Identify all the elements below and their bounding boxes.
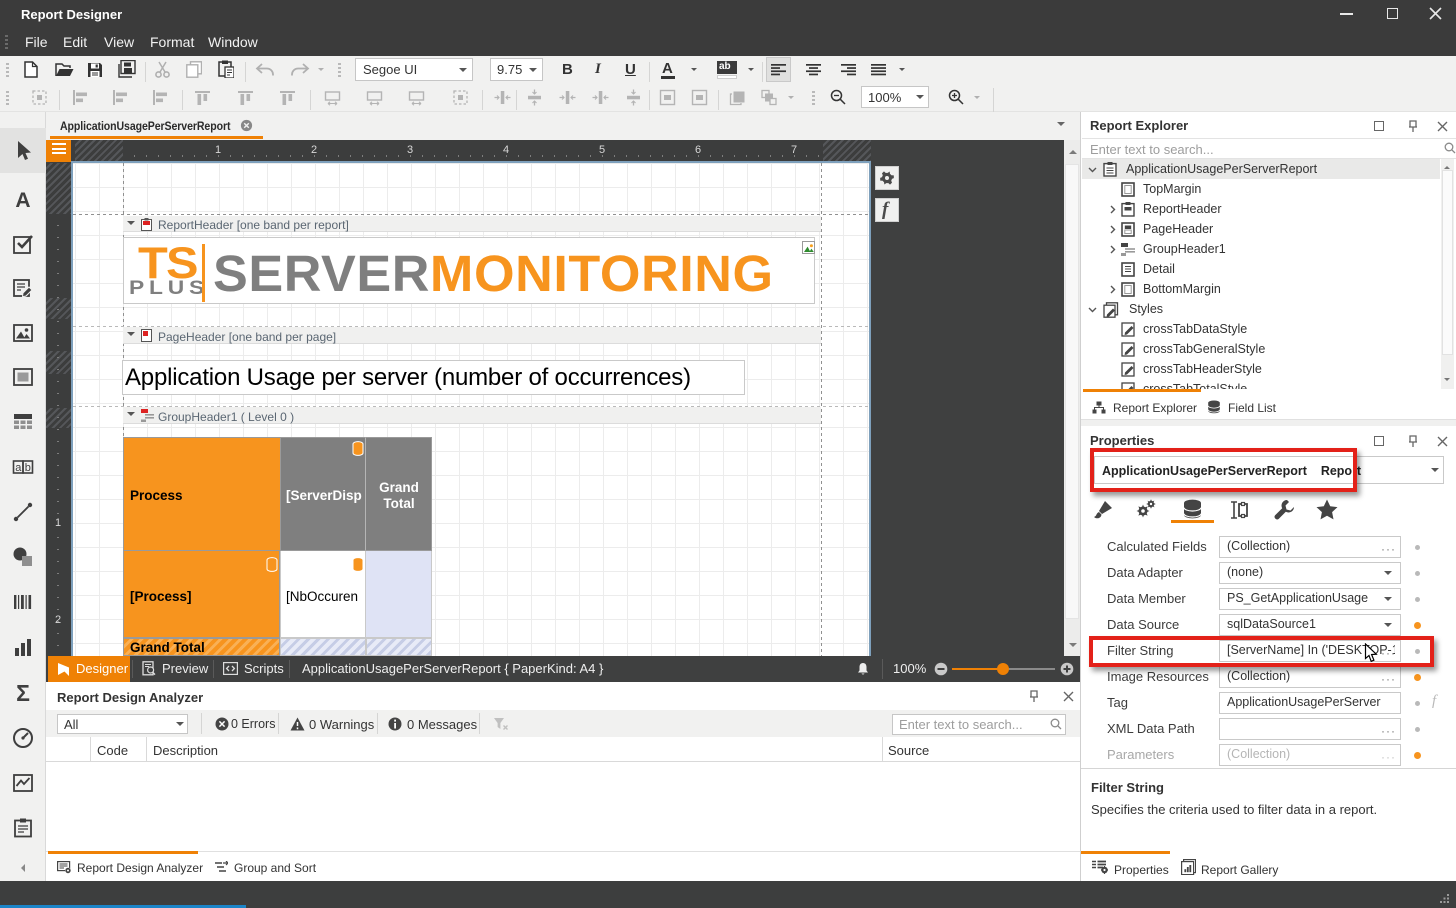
svg-text:a: a (15, 462, 22, 474)
svg-text:Σ: Σ (16, 682, 30, 704)
svg-text:A: A (15, 189, 30, 211)
svg-text:b: b (25, 462, 31, 474)
